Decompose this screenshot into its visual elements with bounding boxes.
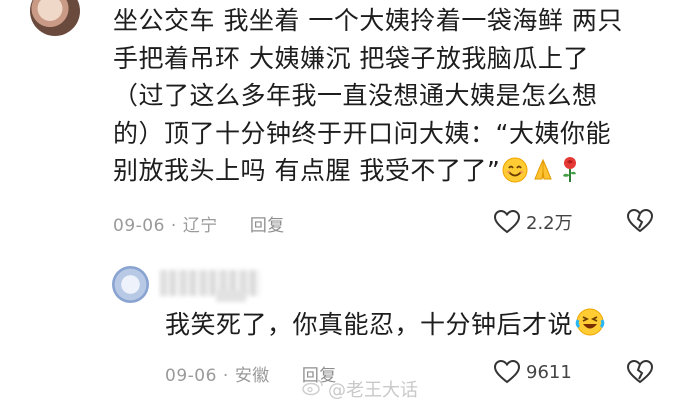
- reply-text: 我笑死了，你真能忍，十分钟后才说: [165, 310, 574, 339]
- like-button[interactable]: 2.2万: [494, 209, 573, 235]
- reply-body: 我笑死了，你真能忍，十分钟后才说: [165, 306, 605, 347]
- watermark: @老王大话: [302, 376, 418, 402]
- broken-heart-outline-icon: [627, 209, 653, 233]
- reply-like-button[interactable]: 9611: [494, 360, 572, 384]
- comment-meta: 09-06 · 辽宁 回复: [113, 211, 285, 236]
- rolling-laughing-emoji-icon: [575, 307, 605, 347]
- comment-location: 辽宁: [182, 216, 218, 236]
- like-count: 2.2万: [526, 213, 573, 234]
- comment-line: 坐公交车 我坐着 一个大姨拎着一袋海鲜 两只: [113, 6, 623, 35]
- comment-line-last: 别放我头上吗 有点腥 我受不了了”: [113, 152, 673, 190]
- comment-line: （过了这么多年我一直没想通大姨是怎么想: [113, 81, 598, 110]
- broken-heart-outline-icon: [627, 360, 653, 384]
- smiling-face-emoji-icon: [502, 156, 528, 194]
- heart-outline-icon: [494, 210, 520, 234]
- separator-dot: ·: [222, 366, 229, 386]
- reply-button[interactable]: 回复: [250, 211, 285, 236]
- heart-outline-icon: [494, 360, 520, 384]
- watermark-text: @老王大话: [328, 380, 418, 401]
- separator-dot: ·: [170, 216, 177, 236]
- replier-avatar[interactable]: [112, 266, 149, 303]
- folded-hands-emoji-icon: [530, 156, 556, 194]
- weibo-logo-icon: [302, 378, 324, 401]
- reply-location: 安徽: [234, 366, 270, 386]
- comment-date: 09-06: [113, 216, 165, 236]
- comment-line: 的）顶了十分钟终于开口问大姨：“大姨你能: [113, 118, 611, 148]
- reply-dislike-button[interactable]: [627, 360, 653, 384]
- comment-line: 手把着吊环 大姨嫌沉 把袋子放我脑瓜上了: [113, 43, 589, 73]
- comment-body: 坐公交车 我坐着 一个大姨拎着一袋海鲜 两只 手把着吊环 大姨嫌沉 把袋子放我脑…: [113, 2, 673, 190]
- dislike-button[interactable]: [627, 209, 653, 233]
- comment-line-text: 别放我头上吗 有点腥 我受不了了”: [113, 156, 501, 185]
- reply-date: 09-06: [165, 366, 217, 386]
- replier-badge-blurred: [216, 290, 246, 302]
- commenter-avatar[interactable]: [30, 0, 80, 36]
- reply-like-count: 9611: [526, 361, 572, 383]
- rose-emoji-icon: [558, 155, 582, 194]
